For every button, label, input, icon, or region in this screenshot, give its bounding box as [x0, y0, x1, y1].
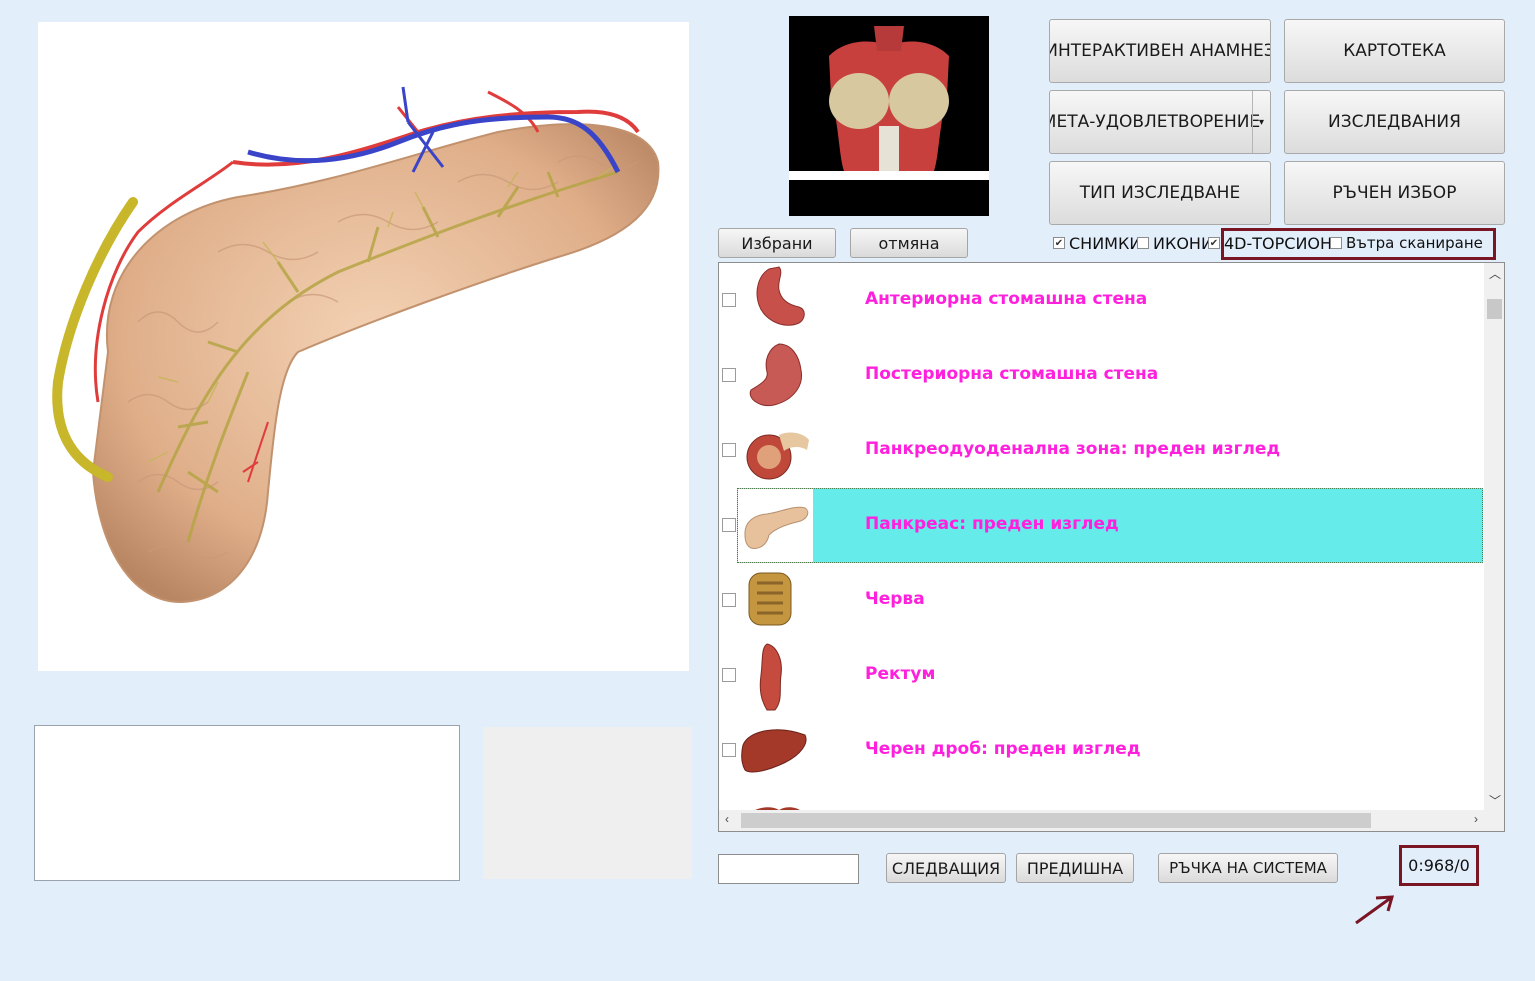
stomach-icon	[756, 266, 805, 326]
snapshot-checkbox[interactable]: ✔ СНИМКИ	[1053, 233, 1141, 253]
item-label: Антериорна стомашна стена	[865, 289, 1148, 309]
check-icon[interactable]: ✔	[1208, 237, 1220, 249]
check-icon[interactable]: ✔	[1053, 237, 1065, 249]
list-item-selected[interactable]: Панкреас: преден изглед	[719, 488, 1483, 563]
stomach-icon	[749, 343, 803, 407]
horizontal-scrollbar[interactable]: ‹ ›	[719, 810, 1504, 831]
scroll-left-icon[interactable]: ‹	[725, 812, 729, 826]
interactive-anamnesis-label: ИНТЕРАКТИВЕН АНАМНЕЗ	[1049, 41, 1271, 61]
pancreas-icon	[744, 506, 809, 549]
scroll-thumb[interactable]	[741, 813, 1371, 828]
item-checkbox[interactable]	[722, 668, 736, 682]
manual-select-label: РЪЧЕН ИЗБОР	[1332, 183, 1457, 203]
item-label: Панкреас: преден изглед	[865, 514, 1119, 534]
item-checkbox[interactable]	[722, 443, 736, 457]
organ-list[interactable]: Антериорна стомашна стена Постериорна ст…	[718, 262, 1505, 832]
item-label: Панкреодуоденална зона: преден изглед	[865, 439, 1281, 459]
organ-3d-viewer[interactable]	[38, 22, 689, 671]
studies-label: ИЗСЛЕДВАНИЯ	[1328, 112, 1461, 132]
meta-satisfaction-dropdown[interactable]: МЕТА-УДОВЛЕТВОРЕНИЕ ▾	[1049, 90, 1271, 154]
dropdown-arrow-icon[interactable]: ▾	[1252, 91, 1270, 153]
scroll-up-icon[interactable]: ︿	[1489, 265, 1501, 282]
list-item[interactable]: Черва	[719, 563, 1483, 638]
next-label: СЛЕДВАЩИЯ	[891, 858, 1001, 878]
list-item[interactable]: Панкреодуоденална зона: преден изглед	[719, 413, 1483, 488]
icons-label: ИКОНИ	[1153, 233, 1213, 253]
manual-select-button[interactable]: РЪЧЕН ИЗБОР	[1284, 161, 1505, 225]
list-item[interactable]: Ректум	[719, 638, 1483, 713]
preview-placeholder	[483, 727, 692, 879]
liver-icon	[741, 729, 807, 773]
item-label: Черва	[865, 589, 925, 609]
status-readout: 0:968/0	[1399, 845, 1479, 886]
list-item[interactable]: Антериорна стомашна стена	[719, 263, 1483, 338]
system-manual-label: РЪЧКА НА СИСТЕМА	[1169, 859, 1327, 877]
favorites-label: Избрани	[741, 233, 813, 253]
scroll-thumb[interactable]	[1487, 299, 1502, 319]
scan-option-highlight	[1221, 228, 1496, 260]
item-label: Черен дроб: преден изглед	[865, 739, 1141, 759]
study-type-button[interactable]: ТИП ИЗСЛЕДВАНЕ	[1049, 161, 1271, 225]
snapshot-label: СНИМКИ	[1069, 233, 1141, 253]
studies-button[interactable]: ИЗСЛЕДВАНИЯ	[1284, 90, 1505, 154]
search-input[interactable]	[718, 854, 859, 884]
icons-checkbox[interactable]: ИКОНИ	[1137, 233, 1217, 253]
body-thumbnail[interactable]	[789, 16, 989, 216]
vertical-scrollbar[interactable]: ︿ ﹀	[1484, 263, 1504, 811]
notes-area[interactable]	[34, 725, 460, 881]
checkbox-empty-icon[interactable]	[1137, 237, 1149, 249]
intestine-icon	[748, 572, 792, 626]
torso-image	[789, 16, 989, 216]
meta-satisfaction-label: МЕТА-УДОВЛЕТВОРЕНИЕ	[1049, 112, 1261, 132]
pointer-arrow-icon	[1355, 895, 1395, 925]
pancreas-illustration	[52, 86, 660, 604]
scroll-right-icon[interactable]: ›	[1474, 812, 1478, 826]
item-label: Постериорна стомашна стена	[865, 364, 1159, 384]
cancel-label: отмяна	[878, 233, 940, 253]
status-readout-text: 0:968/0	[1408, 856, 1470, 875]
interactive-anamnesis-button[interactable]: ИНТЕРАКТИВЕН АНАМНЕЗ	[1049, 19, 1271, 83]
next-button[interactable]: СЛЕДВАЩИЯ	[886, 853, 1006, 883]
item-label: Ректум	[865, 664, 936, 684]
duodenum-icon	[746, 432, 809, 480]
item-checkbox[interactable]	[722, 368, 736, 382]
item-checkbox[interactable]	[722, 743, 736, 757]
item-checkbox[interactable]	[722, 518, 736, 532]
item-checkbox[interactable]	[722, 593, 736, 607]
item-checkbox[interactable]	[722, 293, 736, 307]
system-manual-button[interactable]: РЪЧКА НА СИСТЕМА	[1158, 853, 1338, 883]
card-index-button[interactable]: КАРТОТЕКА	[1284, 19, 1505, 83]
list-item[interactable]: Постериорна стомашна стена	[719, 338, 1483, 413]
study-type-label: ТИП ИЗСЛЕДВАНЕ	[1079, 183, 1241, 203]
card-index-label: КАРТОТЕКА	[1343, 41, 1446, 61]
list-item[interactable]: Черен дроб: преден изглед	[719, 713, 1483, 788]
cancel-button[interactable]: отмяна	[850, 228, 968, 258]
previous-button[interactable]: ПРЕДИШНА	[1016, 853, 1134, 883]
previous-label: ПРЕДИШНА	[1026, 858, 1124, 878]
rectum-icon	[759, 643, 782, 711]
scroll-down-icon[interactable]: ﹀	[1489, 792, 1501, 809]
favorites-button[interactable]: Избрани	[718, 228, 836, 258]
